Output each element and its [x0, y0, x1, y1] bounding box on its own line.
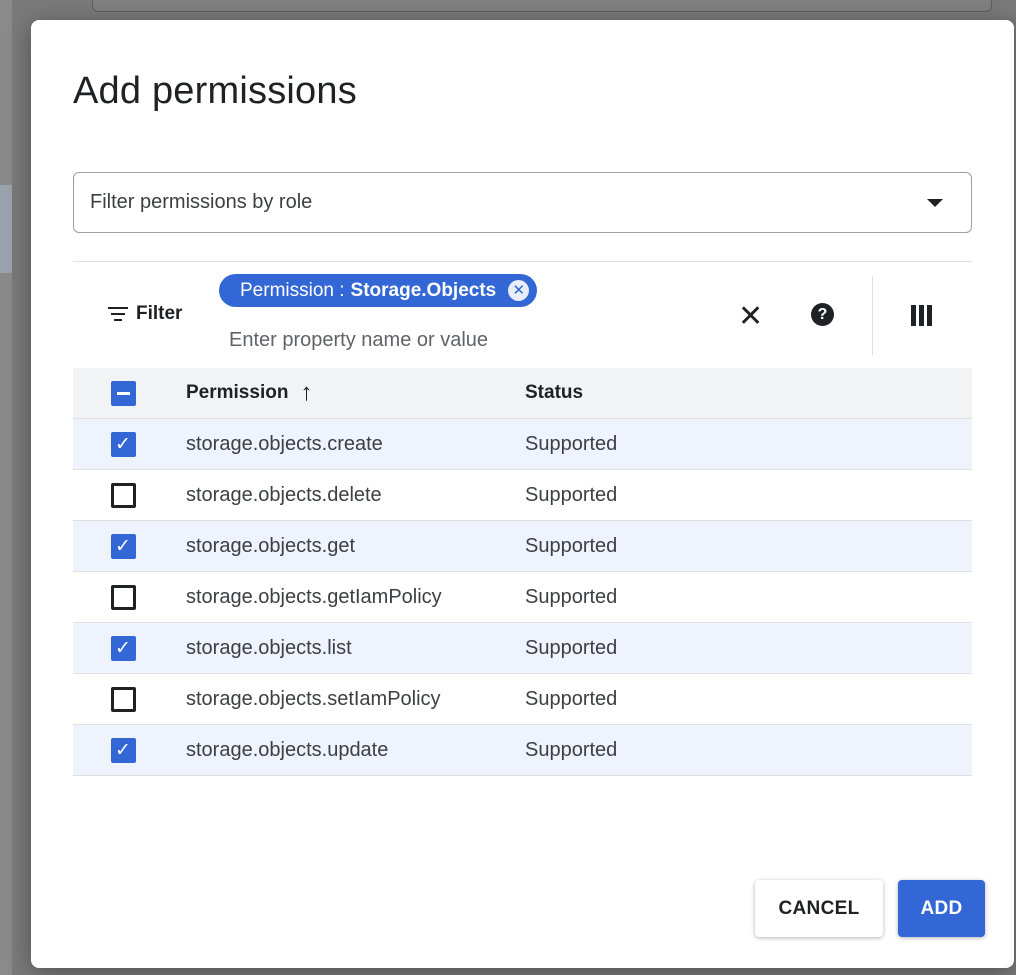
row-checkbox[interactable] [110, 584, 136, 610]
filter-button[interactable]: Filter [108, 303, 182, 325]
table-row[interactable]: ✓ storage.objects.create Supported [73, 419, 972, 470]
add-button[interactable]: ADD [898, 880, 985, 937]
select-all-checkbox[interactable] [110, 380, 136, 406]
permission-cell: storage.objects.getIamPolicy [186, 585, 442, 608]
role-select-placeholder: Filter permissions by role [90, 191, 313, 213]
permission-cell: storage.objects.setIamPolicy [186, 687, 441, 710]
status-cell: Supported [525, 534, 618, 557]
column-header-permission-label: Permission [186, 382, 289, 403]
permissions-table: Permission ↑ Status ✓ storage.objects.crea… [73, 368, 972, 776]
filter-bar: Filter Permission : Storage.Objects ✕ ✕ … [73, 262, 972, 368]
status-cell: Supported [525, 483, 618, 506]
filter-property-input[interactable] [229, 325, 659, 355]
table-row[interactable]: storage.objects.delete Supported [73, 470, 972, 521]
status-cell: Supported [525, 738, 618, 761]
cancel-button[interactable]: CANCEL [755, 880, 883, 937]
table-row[interactable]: ✓ storage.objects.list Supported [73, 623, 972, 674]
role-filter-select[interactable]: Filter permissions by role [73, 172, 972, 233]
dropdown-caret-icon [927, 198, 943, 207]
help-icon[interactable]: ? [811, 303, 834, 326]
permission-cell: storage.objects.get [186, 534, 355, 557]
background-field [92, 0, 992, 12]
add-permissions-dialog: Add permissions Filter permissions by ro… [31, 20, 1014, 968]
clear-icon[interactable]: ✕ [738, 302, 763, 332]
background-band [0, 185, 12, 273]
table-row[interactable]: ✓ storage.objects.update Supported [73, 725, 972, 776]
status-cell: Supported [525, 636, 618, 659]
row-checkbox[interactable]: ✓ [110, 431, 136, 457]
toolbar-separator [872, 276, 873, 355]
columns-icon[interactable] [911, 305, 932, 326]
sort-arrow-icon: ↑ [300, 379, 313, 406]
chip-key: Permission : [240, 279, 345, 301]
table-body: ✓ storage.objects.create Supported storage.… [73, 419, 972, 776]
status-cell: Supported [525, 687, 618, 710]
filter-chip[interactable]: Permission : Storage.Objects ✕ [219, 274, 538, 307]
column-header-status[interactable]: Status [525, 382, 583, 404]
table-header-row: Permission ↑ Status [73, 368, 972, 419]
table-row[interactable]: ✓ storage.objects.get Supported [73, 521, 972, 572]
row-checkbox[interactable]: ✓ [110, 635, 136, 661]
background-page [0, 0, 12, 975]
chip-close-icon[interactable]: ✕ [508, 280, 530, 301]
row-checkbox[interactable]: ✓ [110, 737, 136, 763]
status-cell: Supported [525, 432, 618, 455]
row-checkbox[interactable] [110, 686, 136, 712]
table-row[interactable]: storage.objects.getIamPolicy Supported [73, 572, 972, 623]
permission-cell: storage.objects.create [186, 432, 383, 455]
row-checkbox[interactable] [110, 482, 136, 508]
table-row[interactable]: storage.objects.setIamPolicy Supported [73, 674, 972, 725]
permission-cell: storage.objects.list [186, 636, 352, 659]
permission-cell: storage.objects.update [186, 738, 389, 761]
row-checkbox[interactable]: ✓ [110, 533, 136, 559]
dialog-title: Add permissions [73, 70, 357, 112]
chip-value: Storage.Objects [350, 279, 497, 301]
permission-cell: storage.objects.delete [186, 483, 382, 506]
status-cell: Supported [525, 585, 618, 608]
filter-label: Filter [136, 303, 183, 324]
column-header-permission[interactable]: Permission ↑ [173, 379, 525, 407]
filter-icon [108, 307, 128, 321]
